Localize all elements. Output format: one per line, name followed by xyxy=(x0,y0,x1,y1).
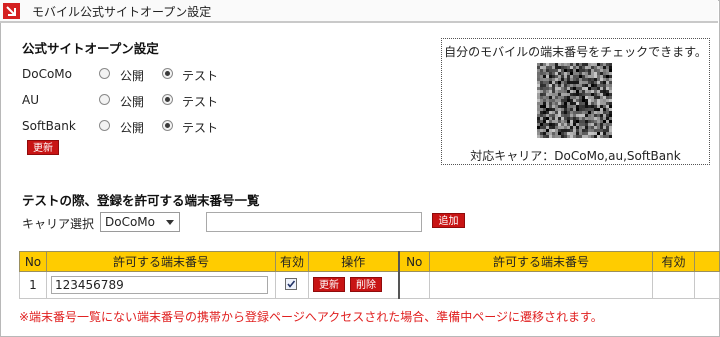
carrier-name: SoftBank xyxy=(22,119,76,133)
carrier-row-docomo: DoCoMo 公開 テスト xyxy=(22,65,422,83)
radio-test-docomo[interactable] xyxy=(162,68,173,79)
radio-public-docomo[interactable] xyxy=(99,68,110,79)
radio-public-au[interactable] xyxy=(99,94,110,105)
carrier-select-value: DoCoMo xyxy=(105,215,155,229)
radio-label-test: テスト xyxy=(182,95,219,109)
radio-public-softbank[interactable] xyxy=(99,120,110,131)
table-row: 1 123456789 更新 削除 xyxy=(19,271,720,299)
row-update-button[interactable]: 更新 xyxy=(313,277,345,292)
open-settings-heading: 公式サイトオープン設定 xyxy=(22,41,159,56)
carrier-name: DoCoMo xyxy=(22,67,72,81)
carrier-name: AU xyxy=(22,93,39,107)
radio-label-public: 公開 xyxy=(120,69,145,83)
arrow-down-right-icon xyxy=(3,3,20,19)
row-device-right xyxy=(429,271,653,299)
update-settings-button[interactable]: 更新 xyxy=(27,140,59,155)
carrier-row-softbank: SoftBank 公開 テスト xyxy=(22,117,422,135)
row-device-cell: 123456789 xyxy=(46,271,276,299)
row-blank xyxy=(694,271,720,299)
col-header-enabled: 有効 xyxy=(275,251,309,272)
radio-label-public: 公開 xyxy=(120,121,145,135)
col-header-device-number-right: 許可する端末番号 xyxy=(429,251,653,272)
carrier-row-au: AU 公開 テスト xyxy=(22,91,422,109)
carrier-select[interactable]: DoCoMo xyxy=(100,212,180,232)
row-no-right xyxy=(397,271,430,299)
col-header-device-number: 許可する端末番号 xyxy=(46,251,276,272)
qr-panel: 自分のモバイルの端末番号をチェックできます。 対応キャリア：DoCoMo,au,… xyxy=(441,38,710,165)
device-number-input[interactable] xyxy=(206,212,422,232)
device-table: No 許可する端末番号 有効 操作 No 許可する端末番号 有効 1 12345… xyxy=(19,251,720,299)
notice-text: ※端末番号一覧にない端末番号の携帯から登録ページへアクセスされた場合、準備中ペー… xyxy=(19,310,603,324)
col-header-no: No xyxy=(19,251,47,272)
title-bar: モバイル公式サイトオープン設定 xyxy=(0,0,718,23)
checkmark-icon xyxy=(287,280,296,288)
supported-carriers: 対応キャリア：DoCoMo,au,SoftBank xyxy=(470,149,681,163)
row-no: 1 xyxy=(19,271,47,299)
carrier-select-label: キャリア選択 xyxy=(22,217,95,231)
row-enabled-checkbox[interactable] xyxy=(285,278,297,290)
row-enabled-cell xyxy=(275,271,309,299)
row-device-number-input[interactable]: 123456789 xyxy=(51,276,268,294)
col-header-actions: 操作 xyxy=(308,251,399,272)
chevron-down-icon xyxy=(166,220,174,225)
row-enabled-right xyxy=(652,271,695,299)
radio-test-softbank[interactable] xyxy=(162,120,173,131)
qr-code-image xyxy=(537,63,612,138)
device-list-heading: テストの際、登録を許可する端末番号一覧 xyxy=(22,193,260,208)
row-actions-cell: 更新 削除 xyxy=(308,271,399,299)
radio-label-test: テスト xyxy=(182,121,219,135)
radio-label-public: 公開 xyxy=(120,95,145,109)
radio-test-au[interactable] xyxy=(162,94,173,105)
add-device-button[interactable]: 追加 xyxy=(432,213,465,228)
row-delete-button[interactable]: 削除 xyxy=(350,277,382,292)
qr-caption: 自分のモバイルの端末番号をチェックできます。 xyxy=(444,45,707,59)
window-title: モバイル公式サイトオープン設定 xyxy=(32,5,212,19)
col-header-enabled-right: 有効 xyxy=(652,251,695,272)
col-header-blank xyxy=(694,251,720,272)
col-header-no-right: No xyxy=(397,251,430,272)
radio-label-test: テスト xyxy=(182,69,219,83)
table-header-row: No 許可する端末番号 有効 操作 No 許可する端末番号 有効 xyxy=(19,251,720,272)
